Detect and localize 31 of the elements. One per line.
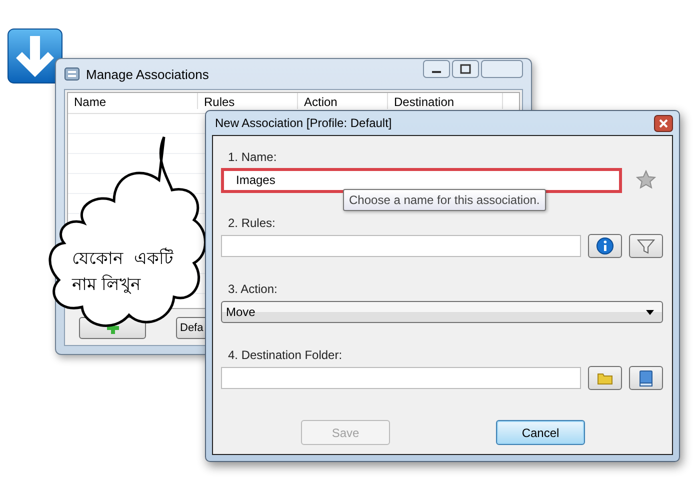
dialog-button[interactable]: Cancel [496, 420, 585, 445]
info-button[interactable] [588, 234, 622, 258]
callout-text: যেকোন একটি [72, 247, 173, 271]
book-button[interactable] [629, 366, 663, 390]
list-icon [64, 66, 80, 82]
book-icon [639, 370, 653, 386]
rules-field[interactable] [221, 235, 581, 257]
filter-button[interactable] [629, 234, 663, 258]
tooltip: Choose a name for this association. [343, 189, 546, 211]
close-button[interactable] [654, 114, 673, 132]
action-dropdown[interactable]: Move [221, 301, 663, 323]
download-icon[interactable] [7, 28, 63, 84]
browse-button[interactable] [588, 366, 622, 390]
column-header[interactable]: Action [298, 93, 388, 109]
callout-text: নাম লিখুন [72, 274, 142, 297]
field-label: 3. Action: [228, 282, 278, 296]
column-header[interactable]: Name [68, 93, 198, 109]
info-icon [596, 237, 614, 255]
name-field[interactable]: Images [221, 168, 622, 192]
field-label: 2. Rules: [228, 216, 276, 230]
destination-field[interactable] [221, 367, 581, 389]
filter-icon [637, 238, 655, 254]
field-label: 1. Name: [228, 150, 278, 164]
maximize-button[interactable] [452, 60, 479, 78]
column-header[interactable]: Destination [388, 93, 503, 109]
dropdown-arrow-icon [646, 310, 654, 314]
column-header[interactable]: Rules [198, 93, 298, 109]
field-label: 4. Destination Folder: [228, 348, 344, 362]
minimize-button[interactable] [423, 60, 450, 78]
window-title: Manage Associations [86, 66, 209, 82]
dialog-title: New Association [Profile: Default] [215, 116, 392, 130]
